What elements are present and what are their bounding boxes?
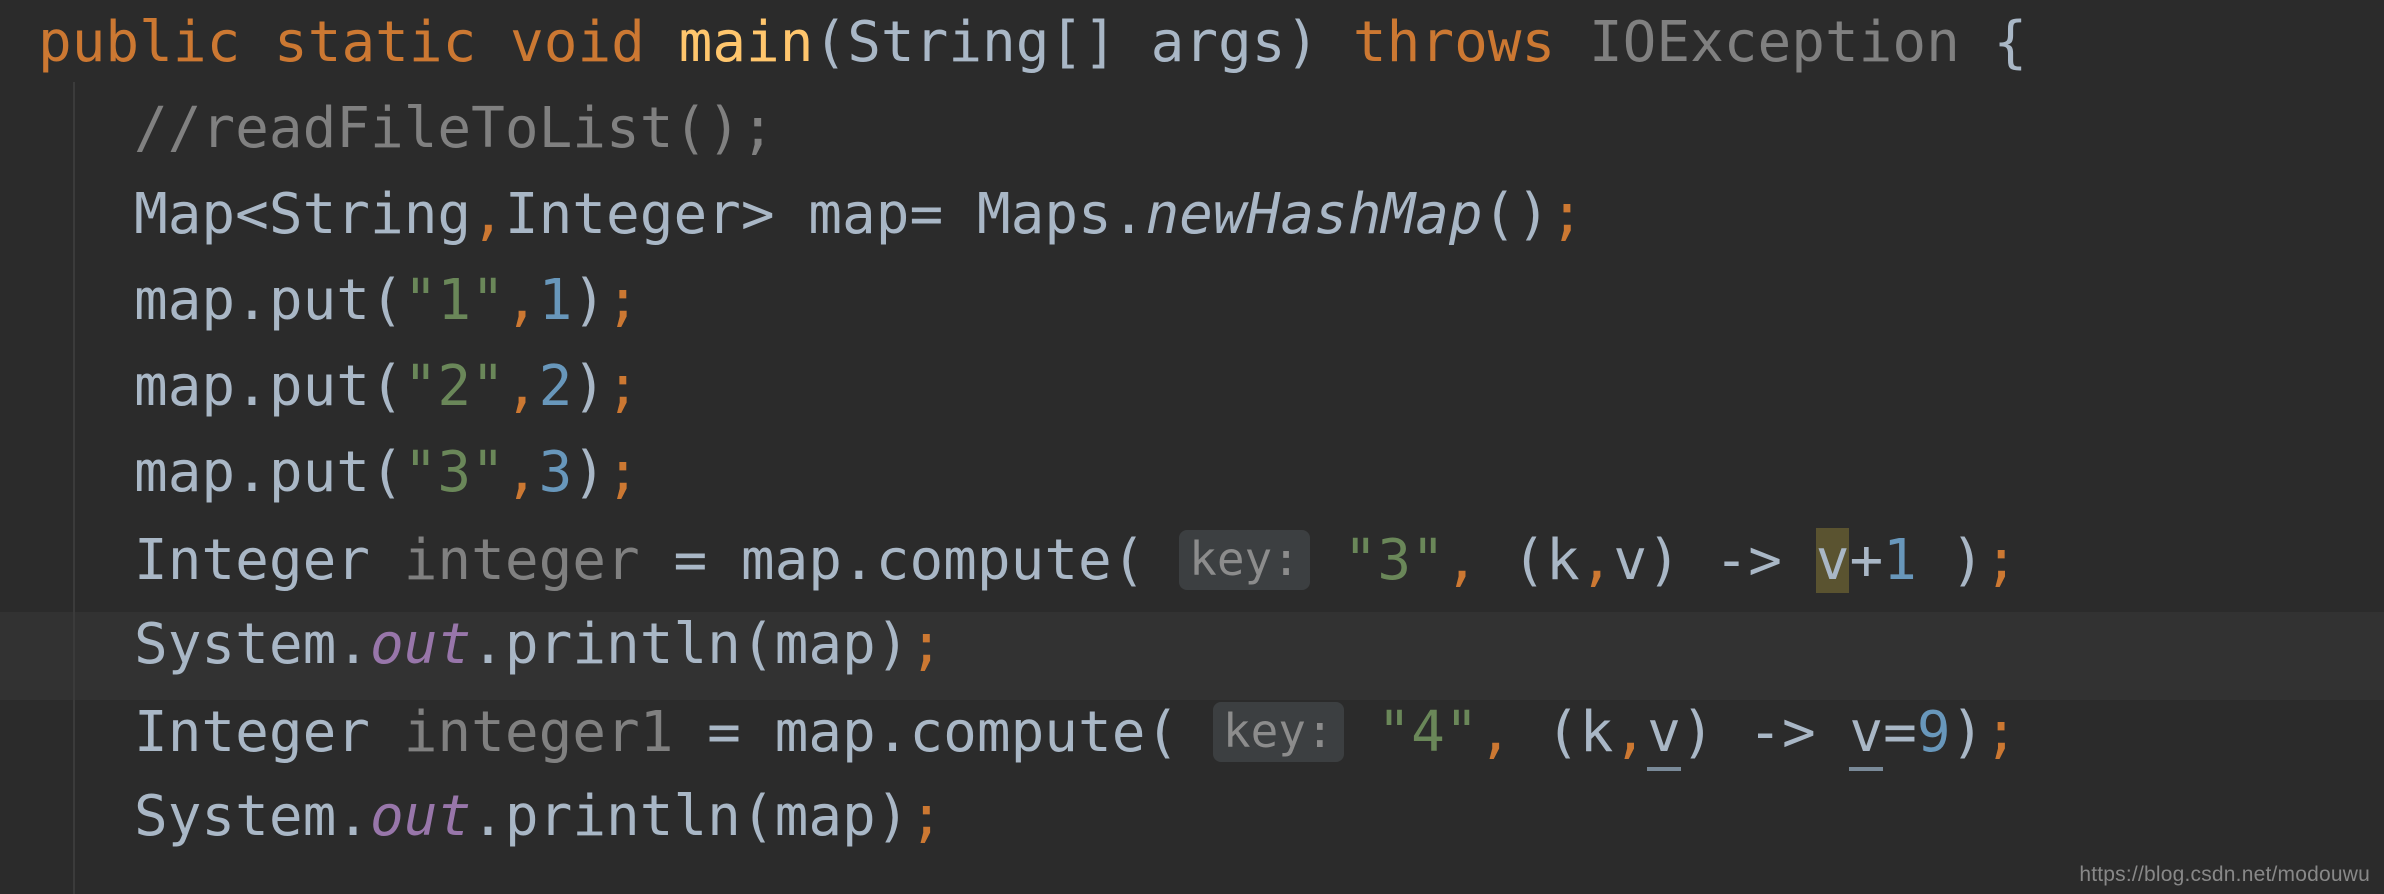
code-token: newHashMap	[1145, 182, 1483, 247]
underlined-identifier: v	[1647, 700, 1681, 771]
code-token: ;	[606, 440, 640, 505]
code-token: "4"	[1377, 700, 1479, 765]
code-token: map.put(	[134, 354, 404, 419]
code-line-6[interactable]: map.put("3",3);	[0, 430, 2384, 516]
code-line-7[interactable]: Integer integer = map.compute( key: "3",…	[0, 516, 2384, 602]
parameter-hint-7: key:	[1179, 530, 1310, 590]
code-editor[interactable]: public static void main(String[] args) t…	[0, 0, 2384, 894]
underlined-identifier: v	[1849, 700, 1884, 771]
code-token: ;	[1984, 700, 2019, 765]
code-token: .println(map)	[471, 612, 910, 677]
code-token: ,	[504, 440, 539, 505]
code-token: ()	[1482, 182, 1551, 247]
code-token: ;	[909, 612, 944, 677]
code-token: void	[510, 10, 645, 75]
code-token: )	[572, 440, 607, 505]
highlighted-identifier: v	[1815, 528, 1850, 593]
code-line-8[interactable]: System.out.println(map);	[0, 602, 2384, 688]
parameter-hint-9: key:	[1212, 702, 1344, 762]
code-token: 1	[538, 268, 573, 333]
watermark-url: https://blog.csdn.net/modouwu	[2079, 863, 2370, 886]
code-token: throws	[1352, 10, 1556, 75]
code-token: "2"	[403, 354, 505, 419]
code-token: Integer	[134, 528, 404, 593]
code-token: System.	[134, 784, 371, 849]
code-line-1[interactable]: public static void main(String[] args) t…	[0, 0, 2384, 86]
code-token: out	[370, 784, 472, 849]
code-token: ,	[1444, 528, 1479, 593]
code-token: ,	[1478, 700, 1513, 765]
code-token: .println(map)	[471, 784, 910, 849]
code-token: Integer> map= Maps.	[504, 182, 1146, 247]
code-token: "3"	[403, 440, 505, 505]
code-token: map.put(	[134, 440, 404, 505]
code-token: static	[274, 10, 477, 75]
code-token: v) ->	[1613, 528, 1816, 593]
code-token: ;	[909, 784, 944, 849]
code-token: //readFileToList();	[134, 96, 775, 161]
code-line-2[interactable]: //readFileToList();	[0, 86, 2384, 172]
code-token: 9	[1916, 700, 1951, 765]
code-token: +	[1849, 528, 1884, 593]
code-token: ;	[1984, 528, 2019, 593]
code-line-5[interactable]: map.put("2",2);	[0, 344, 2384, 430]
code-token: map.put(	[134, 268, 404, 333]
code-token: ;	[606, 354, 640, 419]
code-token: ) ->	[1680, 700, 1850, 765]
code-line-4[interactable]: map.put("1",1);	[0, 258, 2384, 344]
code-token: String	[847, 10, 1050, 75]
code-token: ;	[606, 268, 640, 333]
code-content[interactable]: public static void main(String[] args) t…	[0, 0, 2384, 860]
code-token: ,	[504, 268, 539, 333]
code-token: ,	[471, 182, 505, 247]
code-token: [] args)	[1049, 10, 1353, 75]
code-token: main	[678, 10, 814, 75]
code-token: )	[1950, 700, 1985, 765]
code-line-9[interactable]: Integer integer1 = map.compute( key: "4"…	[0, 688, 2384, 774]
code-token: )	[572, 354, 607, 419]
code-token: Integer	[134, 700, 404, 765]
code-token: {	[1959, 10, 2028, 75]
code-token: integer	[403, 528, 640, 593]
code-token: Map<String	[134, 182, 472, 247]
code-token: )	[572, 268, 607, 333]
code-line-10[interactable]: System.out.println(map);	[0, 774, 2384, 860]
code-token: "3"	[1343, 528, 1445, 593]
code-token: (	[813, 10, 848, 75]
code-token: IOException	[1588, 10, 1960, 75]
code-token: = map.compute(	[673, 700, 1213, 765]
code-token: ;	[1550, 182, 1584, 247]
code-token: ,	[1613, 700, 1648, 765]
code-line-3[interactable]: Map<String,Integer> map= Maps.newHashMap…	[0, 172, 2384, 258]
code-token: System.	[134, 612, 371, 677]
code-token: public	[38, 10, 241, 75]
code-token: = map.compute(	[639, 528, 1180, 593]
code-token: 1	[1883, 528, 1917, 593]
code-token: )	[1916, 528, 1985, 593]
code-token: =	[1883, 700, 1917, 765]
code-token: ,	[1579, 528, 1614, 593]
code-token: 3	[538, 440, 573, 505]
code-token: 2	[538, 354, 573, 419]
code-token: ,	[504, 354, 539, 419]
code-token: integer1	[403, 700, 674, 765]
code-token: (k	[1478, 528, 1580, 593]
code-token: "1"	[403, 268, 505, 333]
code-token: (k	[1512, 700, 1614, 765]
code-token: out	[370, 612, 472, 677]
